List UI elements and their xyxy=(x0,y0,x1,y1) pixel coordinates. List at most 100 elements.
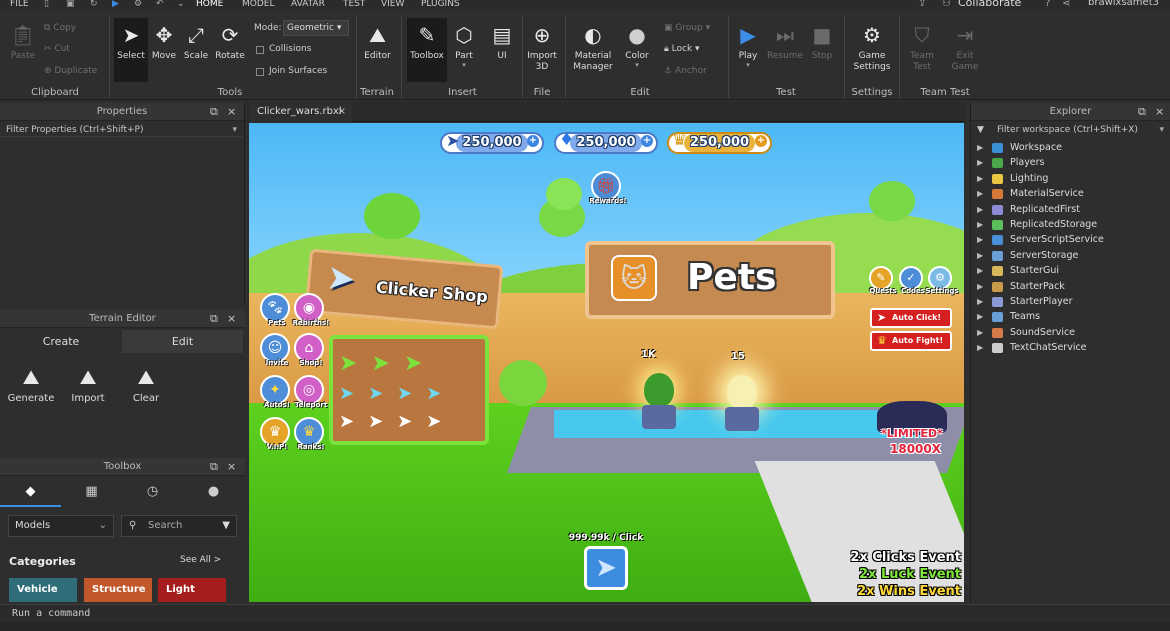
terrain-editor-button[interactable]: ⛰ Editor xyxy=(361,22,394,61)
expand-arrow-icon[interactable]: ▶ xyxy=(977,294,983,309)
explorer-item[interactable]: ▶ StarterPack xyxy=(971,279,1170,294)
category-vehicle[interactable]: Vehicle xyxy=(9,578,77,602)
explorer-item[interactable]: ▶ ServerStorage xyxy=(971,248,1170,263)
explorer-item[interactable]: ▶ StarterGui xyxy=(971,263,1170,278)
material-manager-button[interactable]: ◐ Material Manager xyxy=(570,22,616,73)
ui-button[interactable]: ▤ UI xyxy=(486,22,518,61)
menu-file[interactable]: FILE xyxy=(10,0,29,9)
shop-button[interactable]: ⌂ Shop! xyxy=(294,333,324,367)
category-light[interactable]: Light xyxy=(158,578,226,602)
team-test-button[interactable]: ⛉ Team Test xyxy=(902,22,942,73)
resume-button[interactable]: ⏭ Resume xyxy=(767,22,803,61)
undock-icon[interactable]: ⧉ xyxy=(210,103,218,121)
egg-white[interactable] xyxy=(727,375,757,409)
expand-arrow-icon[interactable]: ▶ xyxy=(977,309,983,324)
tab-edit[interactable]: Edit xyxy=(122,330,243,353)
stop-button[interactable]: ■ Stop xyxy=(806,22,838,61)
menu-model[interactable]: MODEL xyxy=(242,0,274,9)
help-icon[interactable]: ? xyxy=(1045,0,1050,9)
new-file-icon[interactable]: ▯ xyxy=(44,0,49,9)
generate-button[interactable]: ⛰ Generate xyxy=(6,364,56,404)
quests-button[interactable]: ✎ Quests xyxy=(869,266,897,295)
add-currency-icon[interactable]: + xyxy=(641,135,653,147)
explorer-item[interactable]: ▶ ReplicatedStorage xyxy=(971,217,1170,232)
rewards-button[interactable]: 🎁︎ Rewards! xyxy=(589,171,627,205)
share-icon[interactable]: ⇪ xyxy=(918,0,926,9)
menu-home[interactable]: HOME xyxy=(196,0,223,9)
close-icon[interactable]: × xyxy=(1155,103,1164,121)
lock-button[interactable]: 🔒︎ Lock ▾ xyxy=(664,44,700,54)
close-icon[interactable]: × xyxy=(227,103,236,121)
tab-create[interactable]: Create xyxy=(0,330,122,353)
explorer-item[interactable]: ▶ Workspace xyxy=(971,140,1170,155)
paste-button[interactable]: 📋︎ Paste xyxy=(6,22,40,61)
tab-marketplace[interactable]: ◆ xyxy=(0,477,61,507)
expand-arrow-icon[interactable]: ▶ xyxy=(977,155,983,170)
collaborate-button[interactable]: Collaborate xyxy=(958,0,1021,8)
expand-arrow-icon[interactable]: ▶ xyxy=(977,279,983,294)
scale-tool-button[interactable]: ⤢ Scale xyxy=(181,22,211,61)
rebirths-button[interactable]: ◉ Rebirths! xyxy=(293,293,329,327)
properties-filter-input[interactable]: Filter Properties (Ctrl+Shift+P) ▾ xyxy=(0,123,243,137)
share-link-icon[interactable]: ⋖ xyxy=(1062,0,1070,9)
toolbox-button[interactable]: ✎ Toolbox xyxy=(407,18,447,82)
tab-inventory[interactable]: ▦ xyxy=(61,477,122,507)
expand-arrow-icon[interactable]: ▶ xyxy=(977,186,983,201)
codes-button[interactable]: ✓ Codes xyxy=(899,266,925,295)
menu-plugins[interactable]: PLUGINS xyxy=(421,0,460,9)
cut-button[interactable]: ✂ Cut xyxy=(44,44,70,54)
undock-icon[interactable]: ⧉ xyxy=(210,458,218,476)
click-button[interactable]: ➤ xyxy=(584,546,628,590)
clear-button[interactable]: ⛰ Clear xyxy=(122,364,170,404)
vip-button[interactable]: ♛ V.I.P! xyxy=(260,417,290,451)
expand-arrow-icon[interactable]: ▶ xyxy=(977,217,983,232)
tab-creations[interactable]: ● xyxy=(183,477,244,507)
explorer-item[interactable]: ▶ MaterialService xyxy=(971,186,1170,201)
auto-click-button[interactable]: ➤ Auto Click! xyxy=(870,308,952,328)
menu-avatar[interactable]: AVATAR xyxy=(291,0,325,9)
tab-recent[interactable]: ◷ xyxy=(122,477,183,507)
undo-icon[interactable]: ↶ xyxy=(156,0,164,9)
explorer-filter-input[interactable]: ▼ Filter workspace (Ctrl+Shift+X) ▾ xyxy=(971,123,1170,137)
game-viewport[interactable]: ➤ 250,000 + ♦ 250,000 + ♛ 250,000 + 🎁︎ R… xyxy=(249,123,964,602)
invite-button[interactable]: ☺ Invite xyxy=(260,333,290,367)
filter-icon[interactable]: ▼ xyxy=(222,516,230,536)
ranks-button[interactable]: ♛ Ranks! xyxy=(294,417,325,451)
toolbox-search-input[interactable]: ⚲ Search ▼ xyxy=(121,515,237,537)
move-tool-button[interactable]: ✥ Move xyxy=(149,22,179,61)
play-button[interactable]: ▶ Play ▾ xyxy=(733,22,763,69)
menu-test[interactable]: TEST xyxy=(343,0,365,9)
explorer-item[interactable]: ▶ SoundService xyxy=(971,325,1170,340)
expand-arrow-icon[interactable]: ▶ xyxy=(977,325,983,340)
expand-arrow-icon[interactable]: ▶ xyxy=(977,263,983,278)
egg-green[interactable] xyxy=(644,373,674,407)
redo-icon[interactable]: ↻ xyxy=(90,0,98,9)
undock-icon[interactable]: ⧉ xyxy=(1138,103,1146,121)
join-surfaces-checkbox[interactable] xyxy=(256,68,264,76)
play-quick-icon[interactable]: ▶ xyxy=(112,0,119,9)
explorer-item[interactable]: ▶ Lighting xyxy=(971,171,1170,186)
add-currency-icon[interactable]: + xyxy=(755,135,767,147)
anchor-button[interactable]: ⚓ Anchor xyxy=(664,66,707,76)
see-all-link[interactable]: See All > xyxy=(180,555,221,565)
settings-game-button[interactable]: ⚙ Settings xyxy=(925,266,959,295)
select-tool-button[interactable]: ➤ Select xyxy=(114,18,148,82)
clicker-shop-display[interactable]: ➤➤➤ ➤➤➤➤ ➤➤➤➤ xyxy=(329,335,489,445)
explorer-item[interactable]: ▶ Players xyxy=(971,155,1170,170)
close-icon[interactable]: × xyxy=(227,310,236,328)
undock-icon[interactable]: ⧉ xyxy=(210,310,218,328)
expand-arrow-icon[interactable]: ▶ xyxy=(977,140,983,155)
explorer-item[interactable]: ▶ ServerScriptService xyxy=(971,232,1170,247)
import-3d-button[interactable]: ⊕ Import 3D xyxy=(524,22,560,73)
game-settings-button[interactable]: ⚙ Game Settings xyxy=(850,22,894,73)
rotate-tool-button[interactable]: ⟳ Rotate xyxy=(214,22,246,61)
import-button[interactable]: ⛰ Import xyxy=(64,364,112,404)
pets-side-button[interactable]: 🐾︎ Pets xyxy=(260,293,290,327)
menu-view[interactable]: VIEW xyxy=(381,0,404,9)
auto-fight-button[interactable]: ♛ Auto Fight! xyxy=(870,331,952,351)
open-file-icon[interactable]: ▣ xyxy=(66,0,75,9)
expand-arrow-icon[interactable]: ▶ xyxy=(977,340,983,355)
explorer-item[interactable]: ▶ StarterPlayer xyxy=(971,294,1170,309)
explorer-item[interactable]: ▶ ReplicatedFirst xyxy=(971,202,1170,217)
category-structure[interactable]: Structure xyxy=(84,578,152,602)
